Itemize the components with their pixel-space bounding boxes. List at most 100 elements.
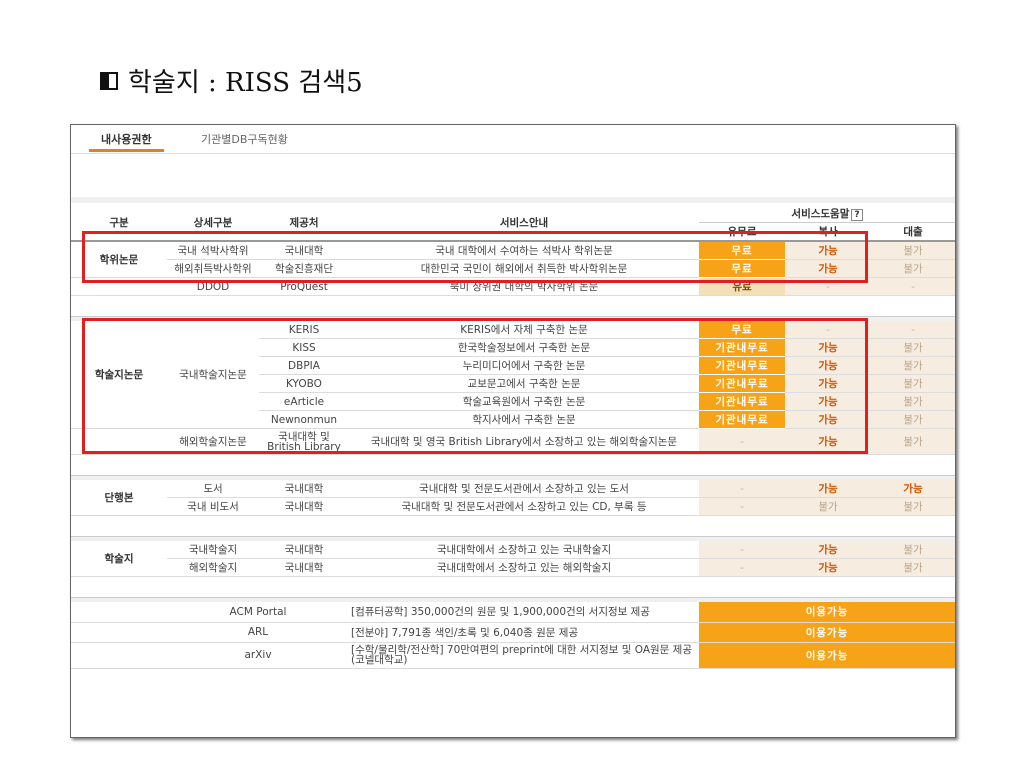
- cell-desc: 국내 대학에서 수여하는 석박사 학위논문: [349, 241, 699, 260]
- external-desc: [수학/물리학/전산학] 70만여편의 preprint에 대한 서지정보 및 …: [349, 642, 699, 669]
- external-name[interactable]: ACM Portal: [167, 602, 349, 623]
- table-row: DDOD ProQuest 북미 상위권 대학의 박사학위 논문 유료 - -: [71, 277, 955, 296]
- table-row: 국내 비도서 국내대학 국내대학 및 전문도서관에서 소장하고 있는 CD, 부…: [71, 497, 955, 516]
- cell-sub: 도서: [167, 480, 259, 498]
- tab-institution-db[interactable]: 기관별DB구독현황: [201, 131, 288, 147]
- copy-status[interactable]: 가능: [785, 392, 871, 411]
- cell-provider: KISS: [259, 338, 349, 357]
- copy-status[interactable]: 가능: [785, 241, 871, 260]
- loan-status: 불가: [871, 374, 955, 393]
- slide-title-text: 학술지 : RISS 검색5: [128, 68, 363, 98]
- cell-desc: 국내대학에서 소장하고 있는 해외학술지: [349, 558, 699, 577]
- cell-provider: 국내대학: [259, 497, 349, 516]
- loan-status[interactable]: 가능: [871, 480, 955, 498]
- cell-desc: 누리미디어에서 구축한 논문: [349, 356, 699, 375]
- section-gap: [71, 295, 955, 317]
- cell-desc: 학술교육원에서 구축한 논문: [349, 392, 699, 411]
- cell-sub: 해외학술지: [167, 558, 259, 577]
- table-row: 학술지 국내학술지 국내대학 국내대학에서 소장하고 있는 국내학술지 - 가능…: [71, 541, 955, 577]
- cell-desc: 국내대학 및 영국 British Library에서 소장하고 있는 해외학술…: [349, 428, 699, 455]
- fee-badge: -: [699, 480, 785, 498]
- copy-status[interactable]: 가능: [785, 541, 871, 559]
- section-gap: [71, 576, 955, 598]
- cell-desc: 대한민국 국민이 해외에서 취득한 박사학위논문: [349, 259, 699, 278]
- cell-sub: 국내학술지논문: [167, 321, 259, 429]
- cell-provider: 국내대학: [259, 241, 349, 260]
- fee-badge: -: [699, 541, 785, 559]
- copy-status: -: [785, 277, 871, 296]
- copy-status[interactable]: 가능: [785, 558, 871, 577]
- cell-provider: eArticle: [259, 392, 349, 411]
- external-status[interactable]: 이용가능: [699, 622, 955, 643]
- header-fee: 유무료: [699, 222, 785, 242]
- loan-status: 불가: [871, 241, 955, 260]
- external-desc: [컴퓨터공학] 350,000건의 원문 및 1,900,000건의 서지정보 …: [349, 602, 699, 623]
- cell-provider: 국내대학 및 British Library: [259, 428, 349, 455]
- copy-status[interactable]: 가능: [785, 480, 871, 498]
- cell-sub: DDOD: [167, 277, 259, 296]
- copy-status[interactable]: 가능: [785, 374, 871, 393]
- table-row: 학위논문 국내 석박사학위 국내대학 국내 대학에서 수여하는 석박사 학위논문…: [71, 241, 955, 278]
- cell-desc: 학지사에서 구축한 논문: [349, 410, 699, 429]
- external-name[interactable]: arXiv: [167, 642, 349, 669]
- external-status[interactable]: 이용가능: [699, 642, 955, 669]
- fee-badge: 기관내무료: [699, 410, 785, 429]
- section-gap: [71, 515, 955, 537]
- cell-sub: 국내 비도서: [167, 497, 259, 516]
- header-subcategory: 상세구분: [167, 205, 259, 242]
- copy-status[interactable]: 가능: [785, 356, 871, 375]
- copy-status: -: [785, 321, 871, 339]
- external-name[interactable]: ARL: [167, 622, 349, 643]
- table-row: arXiv [수학/물리학/전산학] 70만여편의 preprint에 대한 서…: [71, 642, 955, 669]
- copy-status[interactable]: 가능: [785, 259, 871, 278]
- section-gap: [71, 454, 955, 476]
- cell-desc: 한국학술정보에서 구축한 논문: [349, 338, 699, 357]
- service-help-label: 서비스도움말: [791, 208, 850, 220]
- fee-badge: 기관내무료: [699, 392, 785, 411]
- fee-badge: 무료: [699, 321, 785, 339]
- loan-status: 불가: [871, 410, 955, 429]
- cell-desc: 교보문고에서 구축한 논문: [349, 374, 699, 393]
- cell-sub: 국내학술지: [167, 541, 259, 559]
- loan-status: 불가: [871, 541, 955, 559]
- loan-status: -: [871, 277, 955, 296]
- category-journals: 학술지: [71, 541, 167, 577]
- cell-desc: KERIS에서 자체 구축한 논문: [349, 321, 699, 339]
- fee-badge: 기관내무료: [699, 356, 785, 375]
- table-row: 단행본 도서 국내대학 국내대학 및 전문도서관에서 소장하고 있는 도서 - …: [71, 480, 955, 516]
- header-service: 서비스안내: [349, 205, 699, 242]
- copy-status: 불가: [785, 497, 871, 516]
- header-category: 구분: [71, 205, 167, 242]
- header-copy: 복사: [785, 222, 871, 242]
- loan-status: -: [871, 321, 955, 339]
- copy-status[interactable]: 가능: [785, 410, 871, 429]
- tab-my-permission[interactable]: 내사용권한: [89, 131, 164, 152]
- header-separator: [71, 197, 955, 203]
- copy-status[interactable]: 가능: [785, 338, 871, 357]
- cell-provider: Newnonmun: [259, 410, 349, 429]
- table-row: 해외학술지 국내대학 국내대학에서 소장하고 있는 해외학술지 - 가능 불가: [71, 558, 955, 577]
- help-question-icon[interactable]: ?: [851, 209, 863, 221]
- permission-table: 구분 상세구분 제공처 서비스안내 서비스도움말? 유무료 복사 대출 학위논문…: [71, 205, 955, 669]
- loan-status: 불가: [871, 392, 955, 411]
- cell-desc: 북미 상위권 대학의 박사학위 논문: [349, 277, 699, 296]
- cell-desc: 국내대학 및 전문도서관에서 소장하고 있는 CD, 부록 등: [349, 497, 699, 516]
- cell-provider: KYOBO: [259, 374, 349, 393]
- fee-badge: 유료: [699, 277, 785, 296]
- loan-status: 불가: [871, 356, 955, 375]
- riss-permission-panel: 내사용권한 기관별DB구독현황 구분 상세구분 제공처 서비스안내 서비스도움말…: [70, 124, 956, 738]
- cell-provider: 국내대학: [259, 480, 349, 498]
- copy-status[interactable]: 가능: [785, 428, 871, 455]
- cell-provider: 학술진흥재단: [259, 259, 349, 278]
- loan-status: 불가: [871, 497, 955, 516]
- fee-badge: 기관내무료: [699, 338, 785, 357]
- cell-provider: 국내대학: [259, 541, 349, 559]
- fee-badge: 무료: [699, 241, 785, 260]
- cell-sub: 해외취득박사학위: [167, 259, 259, 278]
- table-row: ACM Portal [컴퓨터공학] 350,000건의 원문 및 1,900,…: [71, 602, 955, 623]
- category-journal-paper: 학술지논문: [71, 321, 167, 429]
- table-header-row: 구분 상세구분 제공처 서비스안내 서비스도움말?: [71, 205, 955, 242]
- table-row: ARL [전분야] 7,791종 색인/초록 및 6,040종 원문 제공 이용…: [71, 622, 955, 643]
- external-status[interactable]: 이용가능: [699, 602, 955, 623]
- header-provider: 제공처: [259, 205, 349, 242]
